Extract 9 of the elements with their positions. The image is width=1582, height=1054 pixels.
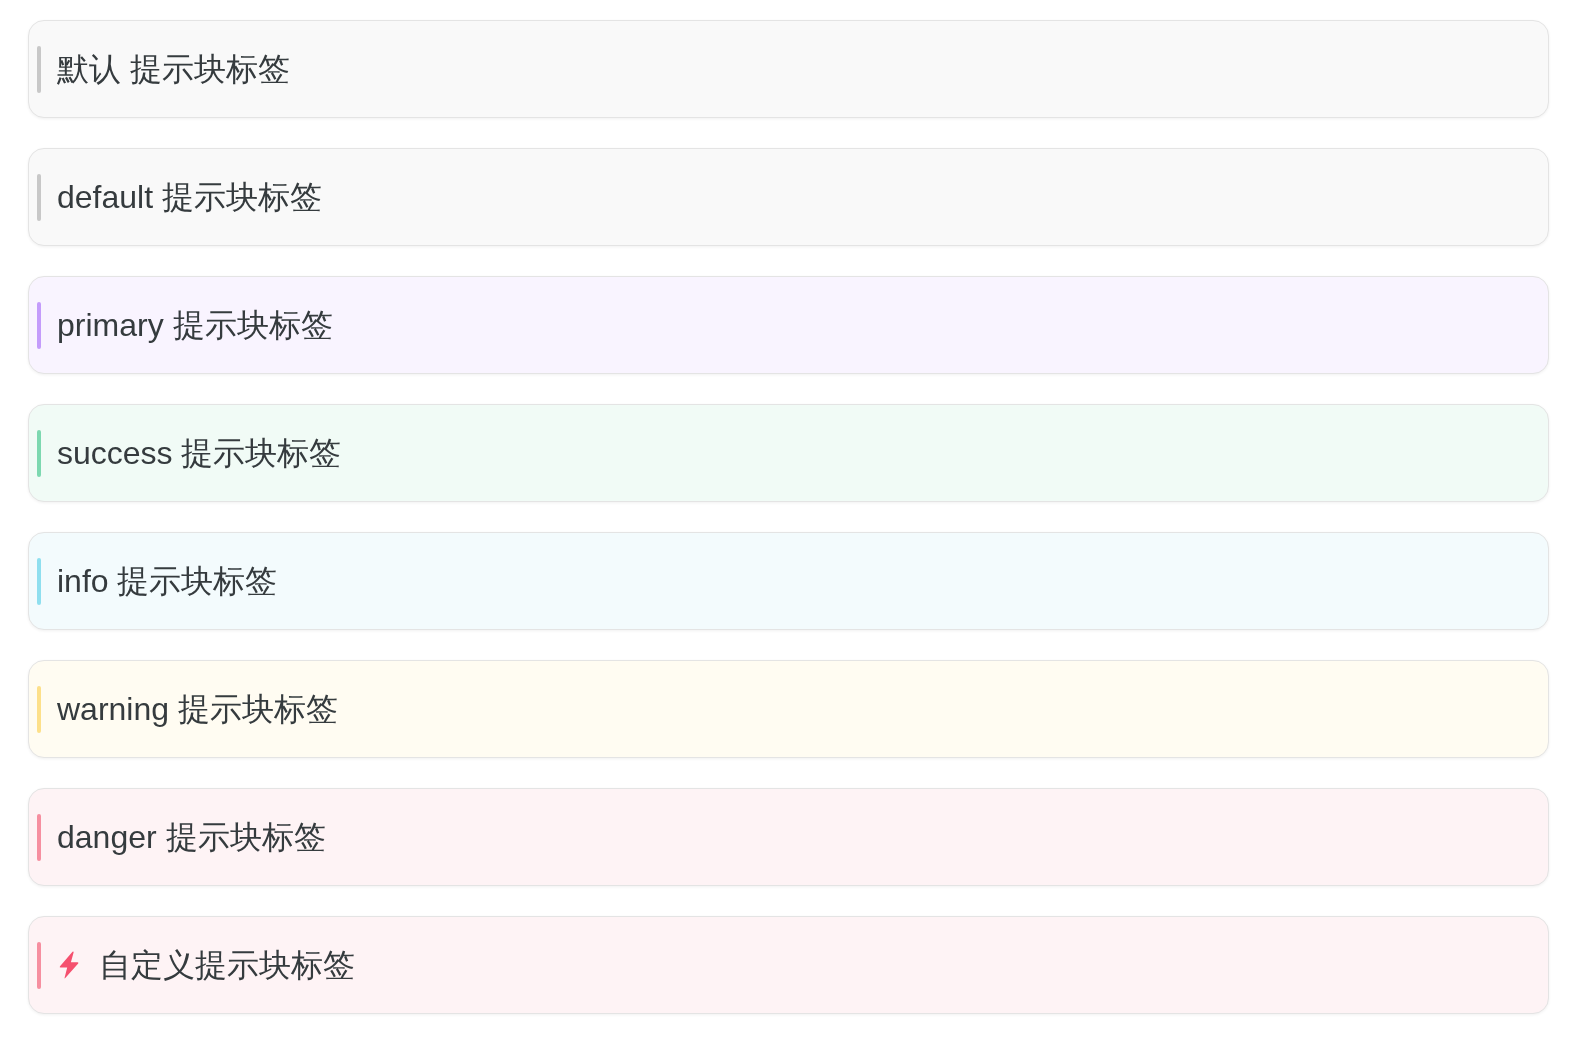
block-label: info 提示块标签: [57, 562, 278, 601]
lightning-icon: [57, 951, 81, 979]
block-label: warning 提示块标签: [57, 690, 338, 729]
block-label: primary 提示块标签: [57, 306, 333, 345]
block-label: default 提示块标签: [57, 178, 322, 217]
block-label: success 提示块标签: [57, 434, 342, 473]
block-label: 自定义提示块标签: [99, 946, 355, 985]
block-label: 默认 提示块标签: [57, 50, 290, 89]
block-label: danger 提示块标签: [57, 818, 326, 857]
